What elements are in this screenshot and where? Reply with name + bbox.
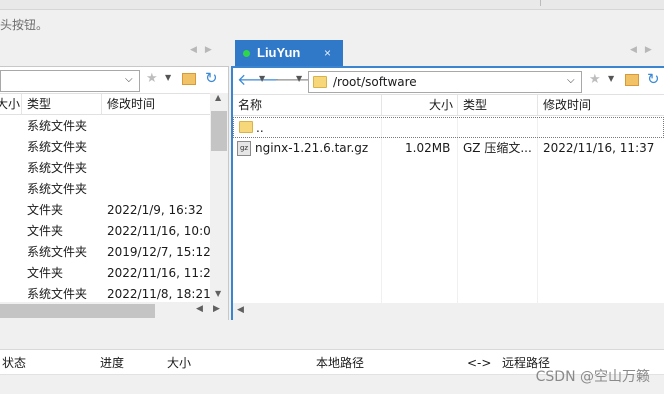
file-modified: 2022/11/16, 10:06	[107, 224, 210, 238]
remote-horizontal-scrollbar[interactable]: ◀	[233, 303, 664, 320]
scroll-up-icon[interactable]: ▲	[215, 93, 221, 102]
close-tab-icon[interactable]: ×	[324, 40, 331, 66]
remote-path-value: /root/software	[333, 75, 417, 89]
chevron-down-icon[interactable]: ▼	[165, 73, 171, 82]
queue-column-status[interactable]: 状态	[2, 350, 26, 376]
scroll-down-icon[interactable]: ▼	[215, 289, 221, 298]
column-type[interactable]: 类型	[27, 94, 51, 114]
remote-file-list: .. gz nginx-1.21.6.tar.gz 1.02MB GZ 压缩文.…	[233, 117, 664, 303]
local-file-list: 系统文件夹 系统文件夹 系统文件夹 系统文件夹 文件夹 2022/1/9, 16:…	[0, 116, 210, 302]
local-path-input[interactable]: ⌵	[0, 70, 140, 92]
file-type: 系统文件夹	[27, 245, 88, 259]
session-tab[interactable]: LiuYun ×	[235, 40, 343, 66]
refresh-icon[interactable]: ↻	[647, 70, 660, 88]
column-size[interactable]: 大小	[0, 94, 20, 114]
chevron-down-icon[interactable]: ▼	[259, 74, 265, 83]
left-tab-scroll-arrows[interactable]: ◀▶	[190, 45, 220, 55]
column-modified[interactable]: 修改时间	[107, 94, 155, 114]
scroll-thumb[interactable]	[0, 304, 155, 318]
chevron-down-icon[interactable]: ▼	[608, 74, 614, 83]
column-modified[interactable]: 修改时间	[543, 95, 591, 115]
remote-path-bar: 🡐 ▼ 🡒 ▼ /root/software ⌵ ★ ▼ ↻	[233, 68, 664, 94]
archive-file-icon: gz	[237, 141, 251, 156]
scroll-thumb[interactable]	[211, 111, 227, 151]
home-folder-icon[interactable]	[182, 73, 196, 85]
scroll-left-icon[interactable]: ◀	[196, 304, 203, 314]
file-modified: 2022/1/9, 16:32	[107, 203, 204, 217]
file-name: nginx-1.21.6.tar.gz	[255, 141, 369, 155]
scroll-left-icon[interactable]: ◀	[237, 305, 244, 315]
local-file-panel: ⌵ ★ ▼ ↻ 大小 类型 修改时间 系统文件夹 系统文件夹 系统文件夹 系统文…	[0, 66, 229, 320]
chevron-down-icon[interactable]: ▼	[296, 74, 302, 83]
file-type: 系统文件夹	[27, 182, 88, 196]
top-strip	[0, 0, 664, 10]
chevron-down-icon[interactable]: ⌵	[567, 75, 575, 86]
column-name[interactable]: 名称	[238, 95, 262, 115]
column-type[interactable]: 类型	[463, 95, 487, 115]
star-icon[interactable]: ★	[146, 71, 158, 86]
file-modified: 2019/12/7, 15:12	[107, 245, 210, 259]
local-vertical-scrollbar[interactable]: ▲ ▼	[210, 93, 228, 302]
folder-icon	[313, 76, 327, 88]
local-column-headers: 大小 类型 修改时间	[0, 93, 210, 115]
file-type: 系统文件夹	[27, 287, 88, 301]
hint-text: 头按钮。	[0, 14, 664, 36]
refresh-icon[interactable]: ↻	[205, 69, 218, 87]
list-item[interactable]: ..	[233, 117, 664, 138]
remote-file-panel: 🡐 ▼ 🡒 ▼ /root/software ⌵ ★ ▼ ↻ 名称 大小 类型 …	[231, 66, 664, 320]
watermark: CSDN @空山万籁	[535, 369, 650, 385]
file-type: 文件夹	[27, 266, 64, 280]
queue-column-size[interactable]: 大小	[167, 350, 191, 376]
file-type: 文件夹	[27, 224, 64, 238]
star-icon[interactable]: ★	[589, 72, 601, 87]
scroll-right-icon[interactable]: ▶	[213, 304, 220, 314]
local-horizontal-scrollbar[interactable]: ◀ ▶	[0, 302, 228, 320]
home-folder-icon[interactable]	[625, 74, 639, 86]
queue-column-progress[interactable]: 进度	[100, 350, 124, 376]
queue-column-direction[interactable]: <->	[467, 350, 491, 376]
session-tab-label: LiuYun	[257, 45, 301, 60]
list-item[interactable]: gz nginx-1.21.6.tar.gz 1.02MB GZ 压缩文... …	[233, 138, 664, 159]
file-size: 1.02MB	[405, 141, 451, 155]
folder-icon	[239, 121, 253, 133]
file-type: 系统文件夹	[27, 140, 88, 154]
file-modified: 2022/11/16, 11:37	[543, 141, 655, 155]
file-type: GZ 压缩文...	[463, 141, 532, 155]
connected-status-icon	[243, 50, 250, 57]
file-type: 系统文件夹	[27, 119, 88, 133]
remote-path-input[interactable]: /root/software ⌵	[308, 71, 582, 93]
queue-column-local-path[interactable]: 本地路径	[316, 350, 364, 376]
chevron-down-icon[interactable]: ⌵	[125, 74, 133, 85]
local-path-bar: ⌵ ★ ▼ ↻	[0, 67, 228, 93]
file-type: 系统文件夹	[27, 161, 88, 175]
top-strip-divider	[540, 0, 541, 6]
file-modified: 2022/11/8, 18:21	[107, 287, 210, 301]
column-size[interactable]: 大小	[429, 95, 453, 115]
file-name: ..	[256, 121, 264, 135]
right-tab-scroll-arrows[interactable]: ◀▶	[630, 45, 660, 55]
remote-column-headers: 名称 大小 类型 修改时间	[233, 94, 664, 116]
file-modified: 2022/11/16, 11:27	[107, 266, 210, 280]
file-type: 文件夹	[27, 203, 64, 217]
